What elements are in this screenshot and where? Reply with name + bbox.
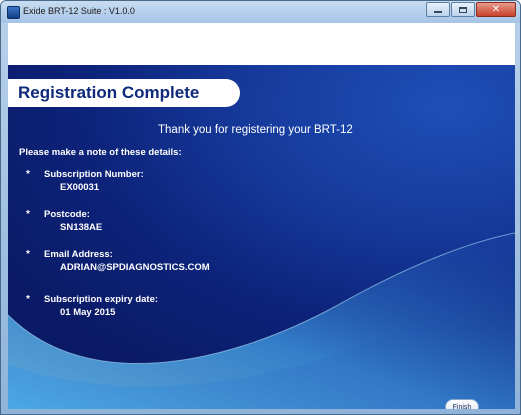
registration-panel: Registration Complete Thank you for regi… [8, 65, 515, 409]
bullet-icon: * [26, 249, 30, 260]
client-area: Registration Complete Thank you for regi… [8, 23, 515, 409]
app-window: Exide BRT-12 Suite : V1.0.0 ✕ Registrati… [0, 0, 521, 415]
thanks-message: Thank you for registering your BRT-12 [158, 124, 353, 136]
detail-label: Email Address: [44, 249, 113, 260]
bullet-icon: * [26, 209, 30, 220]
close-button[interactable]: ✕ [476, 2, 516, 17]
maximize-icon [459, 6, 467, 13]
finish-button[interactable]: Finish [445, 399, 479, 409]
background-swoosh [8, 232, 515, 409]
close-icon: ✕ [491, 3, 501, 15]
detail-value: SN138AE [60, 222, 103, 233]
app-icon [7, 6, 20, 19]
detail-label: Subscription expiry date: [44, 294, 159, 305]
bullet-icon: * [26, 169, 30, 180]
title-bar[interactable]: Exide BRT-12 Suite : V1.0.0 ✕ [1, 1, 520, 23]
detail-value: ADRIAN@SPDIAGNOSTICS.COM [60, 262, 210, 273]
detail-label: Subscription Number: [44, 169, 144, 180]
minimize-icon [434, 10, 442, 13]
top-white-band [8, 23, 515, 65]
page-title: Registration Complete [18, 83, 200, 102]
detail-label: Postcode: [44, 209, 90, 220]
page-header: Registration Complete [8, 79, 240, 107]
window-controls: ✕ [426, 2, 516, 18]
maximize-button[interactable] [451, 2, 475, 17]
minimize-button[interactable] [426, 2, 450, 17]
bullet-icon: * [26, 294, 30, 305]
detail-value: 01 May 2015 [60, 307, 116, 318]
detail-value: EX00031 [60, 182, 100, 193]
window-title: Exide BRT-12 Suite : V1.0.0 [23, 6, 135, 16]
note-instruction: Please make a note of these details: [19, 147, 182, 158]
